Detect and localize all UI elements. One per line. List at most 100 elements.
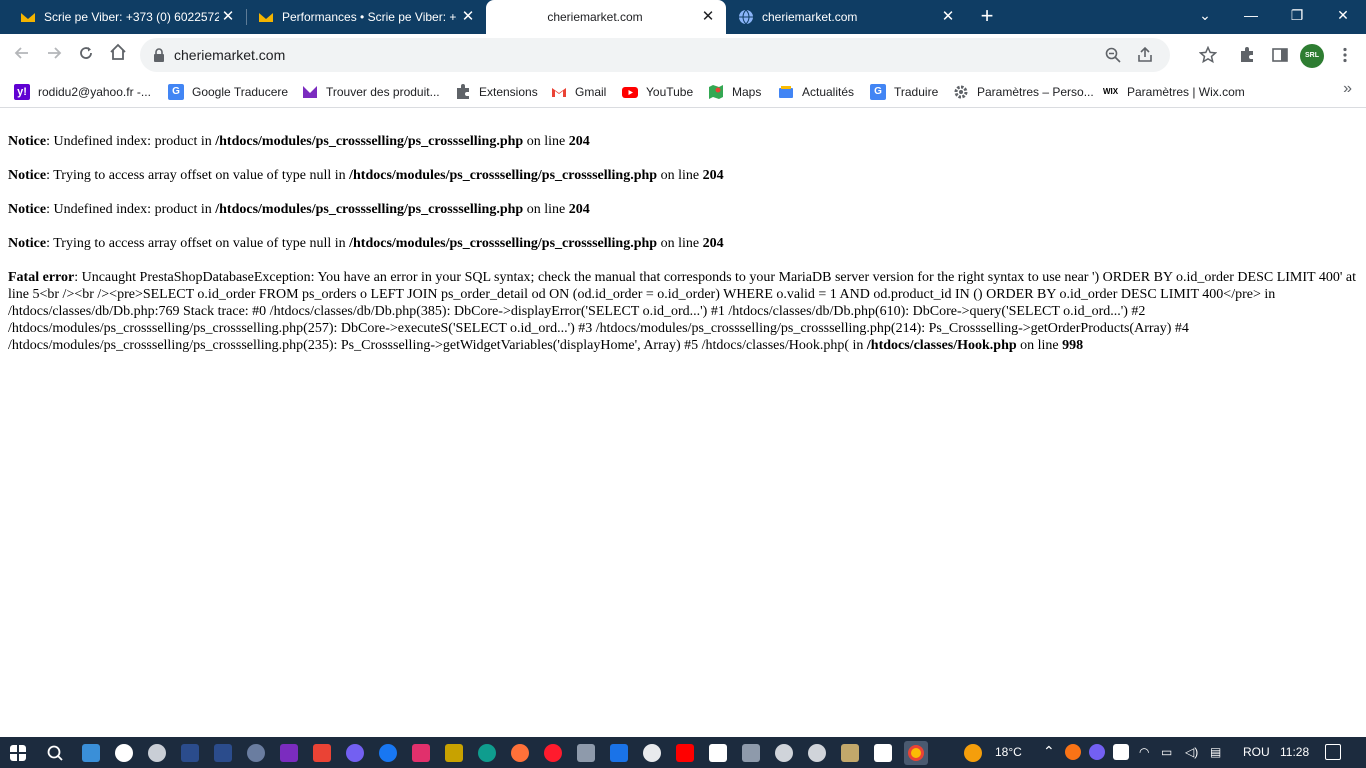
viber-icon[interactable]	[1089, 744, 1105, 760]
firefox-icon[interactable]	[511, 744, 529, 762]
facebook-icon[interactable]	[379, 744, 397, 762]
bookmark-parametres-perso[interactable]: Paramètres – Perso...	[953, 82, 1094, 102]
star-icon[interactable]	[1199, 46, 1217, 64]
side-panel-icon[interactable]	[1271, 46, 1289, 64]
news-icon	[779, 86, 793, 98]
mail-icon[interactable]	[280, 744, 298, 762]
fatal-error-message: Fatal error: Uncaught PrestaShopDatabase…	[8, 270, 1356, 353]
chart-app-icon[interactable]	[445, 744, 463, 762]
weather-icon[interactable]	[964, 744, 982, 762]
forward-button[interactable]	[41, 42, 67, 68]
lock-icon	[154, 48, 164, 62]
bookmarks-bar: y! rodidu2@yahoo.fr -... G Google Traduc…	[0, 76, 1366, 108]
maps-icon	[709, 85, 723, 99]
avatar[interactable]: SRL	[1300, 44, 1324, 68]
keyboard-icon[interactable]: ▤	[1210, 745, 1221, 759]
amazon-icon[interactable]	[709, 744, 727, 762]
search-icon[interactable]	[46, 744, 64, 762]
app-icon[interactable]	[874, 744, 892, 762]
arrow-left-icon	[14, 47, 28, 59]
battery-icon[interactable]: ▭	[1161, 745, 1172, 759]
bookmark-extensions[interactable]: Extensions	[455, 82, 538, 102]
tab-strip: Scrie pe Viber: +373 (0) 60225727 ✕ Perf…	[0, 0, 1366, 34]
wix-icon: WIX	[1103, 87, 1119, 96]
zoom-icon[interactable]	[1104, 46, 1122, 64]
tab-title: cheriemarket.com	[547, 10, 643, 24]
bookmark-label: Traduire	[894, 85, 939, 99]
clock-time[interactable]: 11:28	[1280, 745, 1309, 759]
gear-icon[interactable]	[148, 744, 166, 762]
tab-title: Performances • Scrie pe Viber: +373	[282, 10, 457, 24]
youtube-icon[interactable]	[676, 744, 694, 762]
tray-app-icon[interactable]	[1065, 744, 1081, 760]
bookmark-maps[interactable]: Maps	[708, 82, 761, 102]
globe-icon	[739, 9, 753, 25]
calculator-icon[interactable]	[577, 744, 595, 762]
bookmark-gmail[interactable]: Gmail	[551, 82, 606, 102]
window-close-button[interactable]: ✕	[1320, 0, 1366, 34]
close-icon[interactable]: ✕	[460, 9, 476, 25]
bookmark-label: Trouver des produit...	[326, 85, 440, 99]
bookmark-trouver-produits[interactable]: Trouver des produit...	[302, 82, 440, 102]
gmail-icon[interactable]	[313, 744, 331, 762]
notice-message: Notice: Undefined index: product in /htd…	[8, 202, 590, 217]
url-text: cheriemarket.com	[174, 47, 286, 63]
instagram-icon[interactable]	[412, 744, 430, 762]
minimize-button[interactable]: —	[1228, 0, 1274, 34]
close-icon[interactable]: ✕	[940, 9, 956, 25]
google-translate-icon: G	[168, 84, 184, 100]
app-icon[interactable]	[742, 744, 760, 762]
bookmark-label: YouTube	[646, 85, 694, 99]
wifi-icon[interactable]: ◠	[1139, 745, 1149, 759]
windows-taskbar: 18°C ⌃ ◠ ▭ ◁) ▤ ROU 11:28	[0, 737, 1366, 768]
tab-viber[interactable]: Scrie pe Viber: +373 (0) 60225727 ✕	[0, 0, 246, 34]
google-icon[interactable]	[115, 744, 133, 762]
chevron-up-icon[interactable]: ⌃	[1043, 743, 1055, 760]
puzzle-icon[interactable]	[1238, 46, 1256, 64]
close-icon[interactable]: ✕	[220, 9, 236, 25]
bookmark-label: Extensions	[479, 85, 538, 99]
home-button[interactable]	[105, 42, 131, 68]
tab-cheriemarket[interactable]: cheriemarket.com ✕	[726, 0, 966, 34]
globe-icon[interactable]	[247, 744, 265, 762]
weather-temperature[interactable]: 18°C	[995, 745, 1022, 759]
language-indicator[interactable]: ROU	[1243, 745, 1270, 759]
share-icon[interactable]	[1136, 46, 1154, 64]
close-icon[interactable]: ✕	[700, 9, 716, 25]
shield-icon[interactable]	[1113, 744, 1129, 760]
bookmarks-overflow-icon[interactable]: »	[1343, 80, 1352, 98]
app-icon[interactable]	[775, 744, 793, 762]
bookmark-yahoo[interactable]: y! rodidu2@yahoo.fr -...	[14, 82, 151, 102]
bookmark-youtube[interactable]: YouTube	[622, 82, 693, 102]
app-icon[interactable]	[181, 744, 199, 762]
viber-icon[interactable]	[346, 744, 364, 762]
app-icon[interactable]	[214, 744, 232, 762]
windows-start-icon[interactable]	[10, 745, 26, 761]
arrow-right-icon	[48, 47, 62, 59]
notice-message: Notice: Trying to access array offset on…	[8, 168, 724, 183]
app-icon[interactable]	[808, 744, 826, 762]
home-icon	[110, 43, 126, 60]
restore-button[interactable]: ❐	[1274, 0, 1320, 34]
bookmark-wix[interactable]: WIX Paramètres | Wix.com	[1103, 82, 1245, 102]
new-tab-button[interactable]: +	[976, 5, 998, 28]
desktop-app-icon[interactable]	[82, 744, 100, 762]
edge-icon[interactable]	[478, 744, 496, 762]
bookmark-actualites[interactable]: Actualités	[778, 82, 854, 102]
bookmark-traduire[interactable]: G Traduire	[870, 82, 938, 102]
calendar-icon[interactable]	[610, 744, 628, 762]
clock-icon[interactable]	[643, 744, 661, 762]
address-bar[interactable]: cheriemarket.com	[140, 38, 1170, 72]
viber-mail-icon	[258, 11, 274, 22]
bookmark-google-traducere[interactable]: G Google Traducere	[168, 82, 288, 102]
tab-cheriemarket-active[interactable]: cheriemarket.com ✕	[486, 0, 726, 34]
opera-icon[interactable]	[544, 744, 562, 762]
notification-icon[interactable]	[1325, 744, 1341, 760]
reload-button[interactable]	[73, 42, 99, 68]
back-button[interactable]	[9, 42, 35, 68]
tab-search-button[interactable]: ⌄	[1182, 0, 1228, 34]
speaker-icon[interactable]: ◁)	[1185, 745, 1198, 759]
kebab-menu-icon[interactable]	[1336, 46, 1354, 64]
tab-performances[interactable]: Performances • Scrie pe Viber: +373 ✕	[238, 0, 486, 34]
app-icon[interactable]	[841, 744, 859, 762]
